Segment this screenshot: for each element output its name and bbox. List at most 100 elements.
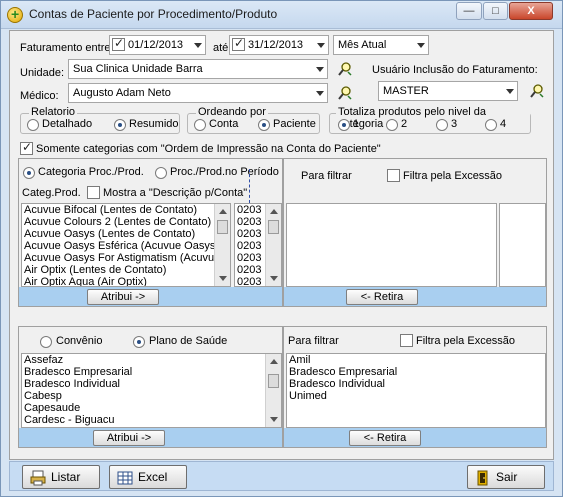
- list-item[interactable]: Cabesp: [22, 390, 281, 402]
- scroll-down-icon[interactable]: [270, 276, 278, 281]
- list-item[interactable]: Bradesco Empresarial: [287, 366, 545, 378]
- filtrar-plano-list[interactable]: Amil Bradesco Empresarial Bradesco Indiv…: [286, 353, 546, 428]
- scroll-up-icon[interactable]: [270, 209, 278, 214]
- title-bar: Contas de Paciente por Procedimento/Prod…: [1, 1, 562, 29]
- ordenando-title: Ordeando por: [196, 106, 268, 118]
- list-item[interactable]: Acuvue Colours 2 (Lentes de Contato): [22, 216, 230, 228]
- chevron-down-icon[interactable]: [506, 89, 514, 94]
- filtra-excessao-label: Filtra pela Excessão: [416, 335, 516, 347]
- chevron-down-icon[interactable]: [317, 43, 325, 48]
- radio-convenio[interactable]: [40, 336, 52, 348]
- categoria-list[interactable]: Acuvue Bifocal (Lentes de Contato) Acuvu…: [21, 203, 231, 287]
- filtrar-codes-list[interactable]: [499, 203, 546, 287]
- list-item[interactable]: Acuvue Bifocal (Lentes de Contato): [22, 204, 230, 216]
- radio-detalhado[interactable]: [27, 119, 39, 131]
- date-from-field[interactable]: 01/12/2013: [109, 35, 206, 55]
- medico-select[interactable]: Augusto Adam Neto: [68, 83, 328, 103]
- column-splitter[interactable]: [249, 169, 250, 203]
- list-item[interactable]: Bradesco Empresarial: [22, 366, 281, 378]
- ate-label: até: [213, 42, 229, 54]
- medico-value: Augusto Adam Neto: [73, 87, 171, 99]
- close-button[interactable]: X: [509, 2, 553, 20]
- period-select[interactable]: Mês Atual: [333, 35, 429, 55]
- spreadsheet-icon: [117, 470, 133, 486]
- sair-button[interactable]: Sair: [467, 465, 545, 489]
- list-item[interactable]: Acuvue Oasys (Lentes de Contato): [22, 228, 230, 240]
- categoria-list-scrollbar[interactable]: [214, 204, 230, 286]
- radio-nivel-4[interactable]: [485, 119, 497, 131]
- scroll-thumb[interactable]: [268, 220, 279, 234]
- scroll-up-icon[interactable]: [219, 209, 227, 214]
- chevron-down-icon[interactable]: [417, 43, 425, 48]
- list-item[interactable]: Amil: [287, 354, 545, 366]
- chevron-down-icon[interactable]: [194, 43, 202, 48]
- date-to-value: 31/12/2013: [248, 39, 304, 51]
- list-item[interactable]: Cardesc - Biguacu: [22, 414, 281, 426]
- convenio-panel: Convênio Plano de Saúde Assefaz Bradesco…: [18, 326, 283, 448]
- app-plus-icon: [7, 6, 23, 23]
- maximize-button[interactable]: □: [483, 2, 508, 20]
- unidade-select[interactable]: Sua Clinica Unidade Barra: [68, 59, 328, 79]
- chevron-down-icon[interactable]: [316, 91, 324, 96]
- radio-nivel-3[interactable]: [436, 119, 448, 131]
- scroll-up-icon[interactable]: [270, 359, 278, 364]
- radio-nivel-1-label: 1: [353, 118, 360, 130]
- search-picker-icon[interactable]: [337, 61, 353, 77]
- somente-categorias-checkbox[interactable]: [20, 140, 33, 155]
- list-item[interactable]: Unimed: [287, 390, 545, 402]
- radio-proc-periodo[interactable]: [155, 167, 167, 179]
- filtra-excessao-checkbox[interactable]: [387, 169, 400, 182]
- search-picker-icon[interactable]: [337, 85, 353, 101]
- scroll-down-icon[interactable]: [219, 276, 227, 281]
- scroll-down-icon[interactable]: [270, 417, 278, 422]
- list-item[interactable]: Air Optix (Lentes de Contato): [22, 264, 230, 276]
- radio-resumido[interactable]: [114, 119, 126, 131]
- chevron-down-icon[interactable]: [316, 67, 324, 72]
- excel-button[interactable]: Excel: [109, 465, 187, 489]
- radio-nivel-2[interactable]: [386, 119, 398, 131]
- list-item[interactable]: Assefaz: [22, 354, 281, 366]
- radio-plano-saude[interactable]: [133, 336, 145, 348]
- list-item[interactable]: Bradesco Individual: [22, 378, 281, 390]
- filtrar-list[interactable]: [286, 203, 497, 287]
- listar-button[interactable]: Listar: [22, 465, 100, 489]
- list-item[interactable]: Acuvue Oasys For Astigmatism (Acuvue: [22, 252, 230, 264]
- list-item[interactable]: Air Optix Aqua (Air Optix): [22, 276, 230, 286]
- mostra-descricao-checkbox[interactable]: [87, 186, 100, 199]
- list-item[interactable]: Capesaude: [22, 402, 281, 414]
- plano-list[interactable]: Assefaz Bradesco Empresarial Bradesco In…: [21, 353, 282, 428]
- retira-button[interactable]: <- Retira: [346, 289, 418, 305]
- usuario-label: Usuário Inclusão do Faturamento:: [372, 64, 538, 76]
- list-item[interactable]: Acuvue Oasys Esférica (Acuvue Oasys): [22, 240, 230, 252]
- scroll-thumb[interactable]: [268, 374, 279, 388]
- filtra-excessao-label: Filtra pela Excessão: [403, 170, 503, 182]
- medico-label: Médico:: [20, 90, 59, 102]
- date-from-checkbox[interactable]: [112, 36, 125, 51]
- relatorio-group: Relatorio Detalhado Resumido: [20, 106, 180, 134]
- radio-conta[interactable]: [194, 119, 206, 131]
- radio-categoria[interactable]: [23, 167, 35, 179]
- codes-list-scrollbar[interactable]: [265, 204, 281, 286]
- radio-nivel-3-label: 3: [451, 118, 458, 130]
- plano-list-scrollbar[interactable]: [265, 354, 281, 427]
- categ-prod-label: Categ.Prod.: [22, 187, 81, 199]
- totaliza-group: Totaliza produtos pelo nivel da categori…: [329, 106, 531, 134]
- scroll-thumb[interactable]: [217, 220, 228, 234]
- date-to-checkbox[interactable]: [232, 36, 245, 51]
- date-to-field[interactable]: 31/12/2013: [229, 35, 329, 55]
- list-item[interactable]: Bradesco Individual: [287, 378, 545, 390]
- codes-list[interactable]: 0203 0203 0203 0203 0203 0203 0203: [234, 203, 282, 287]
- retira-button[interactable]: <- Retira: [349, 430, 421, 446]
- filtra-excessao-checkbox[interactable]: [400, 334, 413, 347]
- radio-nivel-1[interactable]: [338, 119, 350, 131]
- radio-nivel-4-label: 4: [500, 118, 507, 130]
- usuario-value: MASTER: [383, 85, 429, 97]
- usuario-select[interactable]: MASTER: [378, 81, 518, 101]
- atribui-button[interactable]: Atribui ->: [93, 430, 165, 446]
- para-filtrar-label: Para filtrar: [301, 170, 352, 182]
- search-picker-icon[interactable]: [529, 83, 545, 99]
- radio-paciente[interactable]: [258, 119, 270, 131]
- minimize-button[interactable]: —: [456, 2, 482, 20]
- atribui-button[interactable]: Atribui ->: [87, 289, 159, 305]
- radio-convenio-label: Convênio: [56, 335, 103, 347]
